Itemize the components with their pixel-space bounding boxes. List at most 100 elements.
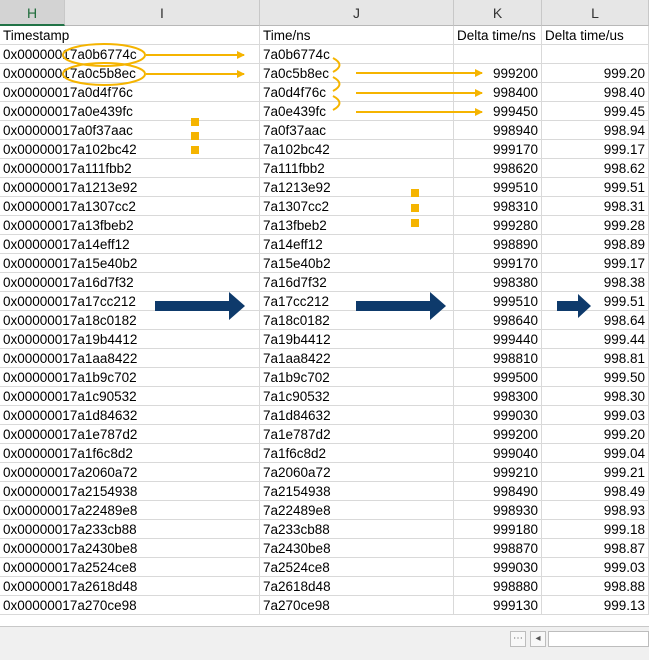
cell-timestamp[interactable]: 0x00000017a22489e8 (0, 501, 260, 520)
cell-delta-us[interactable]: 998.89 (542, 235, 649, 254)
cell-delta-ns[interactable]: 999440 (454, 330, 542, 349)
cell-timestamp[interactable]: 0x00000017a0c5b8ec (0, 64, 260, 83)
cell-time-ns[interactable]: 7a1213e92 (260, 178, 454, 197)
cell-delta-us[interactable]: 998.81 (542, 349, 649, 368)
cell-time-ns[interactable]: 7a1d84632 (260, 406, 454, 425)
cell-time-ns[interactable]: 7a111fbb2 (260, 159, 454, 178)
cell-delta-us[interactable]: 999.04 (542, 444, 649, 463)
cell-timestamp[interactable]: 0x00000017a2618d48 (0, 577, 260, 596)
column-header-h[interactable]: H (0, 0, 65, 26)
cell-time-ns[interactable]: 7a1e787d2 (260, 425, 454, 444)
cell-delta-us[interactable] (542, 45, 649, 64)
cell-delta-ns[interactable]: 998640 (454, 311, 542, 330)
cell-time-ns[interactable]: 7a18c0182 (260, 311, 454, 330)
cell-timestamp[interactable]: 0x00000017a1307cc2 (0, 197, 260, 216)
cell-timestamp[interactable]: 0x00000017a0e439fc (0, 102, 260, 121)
cell-delta-us[interactable]: 998.88 (542, 577, 649, 596)
cell-delta-us[interactable]: 999.51 (542, 178, 649, 197)
cell-delta-us[interactable]: 998.38 (542, 273, 649, 292)
cell-timestamp[interactable]: 0x00000017a2430be8 (0, 539, 260, 558)
cell-time-ns[interactable]: 7a233cb88 (260, 520, 454, 539)
cell-delta-ns[interactable]: 999030 (454, 406, 542, 425)
cell-delta-us[interactable]: 999.03 (542, 406, 649, 425)
cell-timestamp[interactable]: 0x00000017a111fbb2 (0, 159, 260, 178)
cell-delta-us[interactable]: 999.13 (542, 596, 649, 615)
cell-delta-ns[interactable]: 998490 (454, 482, 542, 501)
cell-time-ns[interactable]: 7a13fbeb2 (260, 216, 454, 235)
cell-timestamp[interactable]: 0x00000017a15e40b2 (0, 254, 260, 273)
cell-time-ns[interactable]: 7a1aa8422 (260, 349, 454, 368)
cell-delta-ns[interactable]: 999200 (454, 64, 542, 83)
cell-delta-ns[interactable]: 998930 (454, 501, 542, 520)
cell-time-ns[interactable]: 7a2618d48 (260, 577, 454, 596)
cell-delta-ns[interactable]: 999170 (454, 254, 542, 273)
cell-timestamp[interactable]: 0x00000017a1e787d2 (0, 425, 260, 444)
cell-time-ns[interactable]: 7a17cc212 (260, 292, 454, 311)
cell-timestamp[interactable]: 0x00000017a1f6c8d2 (0, 444, 260, 463)
cell-delta-us[interactable]: 999.17 (542, 140, 649, 159)
cell-delta-ns[interactable]: 999210 (454, 463, 542, 482)
cell-delta-ns[interactable]: 998810 (454, 349, 542, 368)
cell-timestamp[interactable]: 0x00000017a0f37aac (0, 121, 260, 140)
cell-delta-us[interactable]: 998.30 (542, 387, 649, 406)
cell-delta-ns[interactable]: 999510 (454, 292, 542, 311)
cell-delta-ns[interactable]: 999130 (454, 596, 542, 615)
cell-time-ns[interactable]: 7a1b9c702 (260, 368, 454, 387)
cell-timestamp[interactable]: 0x00000017a102bc42 (0, 140, 260, 159)
horizontal-scrollbar[interactable] (548, 631, 649, 647)
cell-timestamp[interactable]: 0x00000017a18c0182 (0, 311, 260, 330)
cell-delta-ns[interactable]: 998400 (454, 83, 542, 102)
cell-timestamp[interactable]: 0x00000017a233cb88 (0, 520, 260, 539)
cell-time-ns[interactable]: 7a2060a72 (260, 463, 454, 482)
cell-delta-us[interactable]: 998.49 (542, 482, 649, 501)
cell-delta-us[interactable]: 999.51 (542, 292, 649, 311)
cell-delta-us[interactable]: 998.64 (542, 311, 649, 330)
cell-delta-ns[interactable]: 999280 (454, 216, 542, 235)
cell-time-ns[interactable]: 7a1c90532 (260, 387, 454, 406)
cell-delta-ns[interactable]: 998870 (454, 539, 542, 558)
cell-delta-us-header[interactable]: Delta time/us (542, 26, 649, 45)
cell-delta-ns[interactable]: 998880 (454, 577, 542, 596)
cell-timestamp[interactable]: 0x00000017a19b4412 (0, 330, 260, 349)
cell-timestamp[interactable]: 0x00000017a17cc212 (0, 292, 260, 311)
cell-delta-us[interactable]: 998.94 (542, 121, 649, 140)
cell-timestamp-header[interactable]: Timestamp (0, 26, 260, 45)
column-header-k[interactable]: K (454, 0, 542, 26)
cell-delta-ns[interactable] (454, 45, 542, 64)
cell-time-ns[interactable]: 7a15e40b2 (260, 254, 454, 273)
cell-delta-us[interactable]: 999.03 (542, 558, 649, 577)
cell-timestamp[interactable]: 0x00000017a0d4f76c (0, 83, 260, 102)
cell-delta-us[interactable]: 998.31 (542, 197, 649, 216)
cell-timestamp[interactable]: 0x00000017a1213e92 (0, 178, 260, 197)
cell-time-ns[interactable]: 7a102bc42 (260, 140, 454, 159)
cell-time-ns[interactable]: 7a22489e8 (260, 501, 454, 520)
cell-timestamp[interactable]: 0x00000017a0b6774c (0, 45, 260, 64)
cell-delta-us[interactable]: 998.40 (542, 83, 649, 102)
cell-delta-us[interactable]: 999.44 (542, 330, 649, 349)
cell-delta-us[interactable]: 999.17 (542, 254, 649, 273)
cell-timestamp[interactable]: 0x00000017a16d7f32 (0, 273, 260, 292)
cell-timestamp[interactable]: 0x00000017a1b9c702 (0, 368, 260, 387)
cell-time-ns[interactable]: 7a270ce98 (260, 596, 454, 615)
cell-timestamp[interactable]: 0x00000017a14eff12 (0, 235, 260, 254)
cell-timestamp[interactable]: 0x00000017a1aa8422 (0, 349, 260, 368)
cell-time-ns[interactable]: 7a0b6774c (260, 45, 454, 64)
cell-delta-ns[interactable]: 999200 (454, 425, 542, 444)
cell-delta-ns[interactable]: 999510 (454, 178, 542, 197)
cell-delta-us[interactable]: 998.93 (542, 501, 649, 520)
cell-delta-us[interactable]: 999.20 (542, 64, 649, 83)
cell-time-ns[interactable]: 7a0c5b8ec (260, 64, 454, 83)
cell-time-ns[interactable]: 7a19b4412 (260, 330, 454, 349)
cell-delta-ns[interactable]: 998890 (454, 235, 542, 254)
cell-timestamp[interactable]: 0x00000017a13fbeb2 (0, 216, 260, 235)
cell-delta-ns-header[interactable]: Delta time/ns (454, 26, 542, 45)
cell-timestamp[interactable]: 0x00000017a2060a72 (0, 463, 260, 482)
column-header-i[interactable]: I (65, 0, 260, 26)
cell-time-ns[interactable]: 7a2524ce8 (260, 558, 454, 577)
cell-time-ns[interactable]: 7a0f37aac (260, 121, 454, 140)
cell-time-ns[interactable]: 7a0e439fc (260, 102, 454, 121)
ellipsis-icon[interactable]: ⋯ (510, 631, 526, 647)
cell-delta-ns[interactable]: 998310 (454, 197, 542, 216)
cell-delta-ns[interactable]: 998380 (454, 273, 542, 292)
cell-time-ns[interactable]: 7a1f6c8d2 (260, 444, 454, 463)
